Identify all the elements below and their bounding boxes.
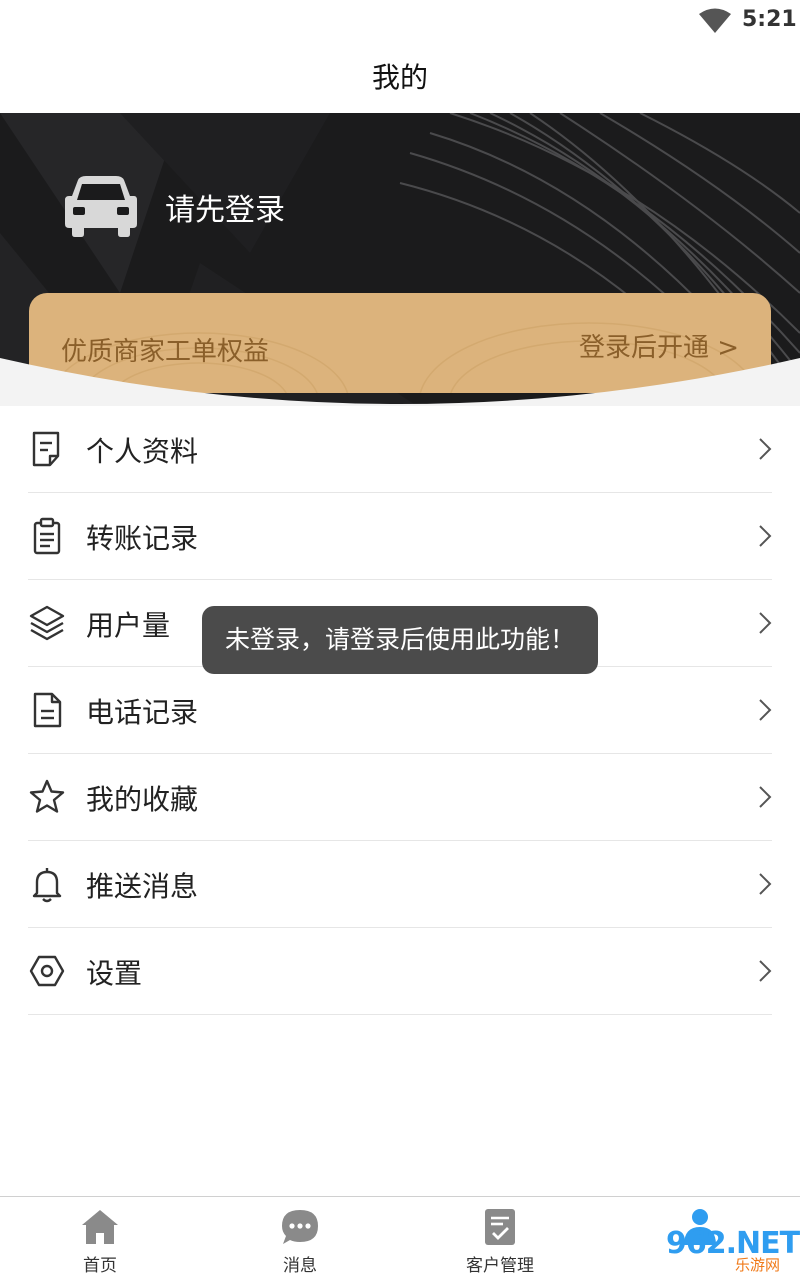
hexagon-settings-icon — [29, 955, 65, 987]
menu-item-label: 转账记录 — [86, 522, 199, 555]
car-avatar-icon — [65, 176, 137, 237]
menu-item-label: 用户量 — [86, 609, 171, 642]
login-prompt[interactable]: 请先登录 — [165, 185, 285, 229]
menu-item-label: 推送消息 — [86, 870, 199, 903]
menu-item-push-messages[interactable]: 推送消息 — [28, 841, 772, 928]
status-bar: 5:21 — [0, 0, 800, 40]
menu-item-profile[interactable]: 个人资料 — [28, 406, 772, 493]
tab-label: 首页 — [83, 1256, 117, 1276]
home-icon — [82, 1210, 118, 1244]
status-time: 5:21 — [742, 7, 797, 32]
star-icon — [29, 779, 65, 813]
chevron-right-icon — [759, 960, 772, 982]
menu-item-call-records[interactable]: 电话记录 — [28, 667, 772, 754]
tab-customer-management[interactable]: 客户管理 — [400, 1197, 600, 1280]
menu-item-favorites[interactable]: 我的收藏 — [28, 754, 772, 841]
tab-messages[interactable]: 消息 — [200, 1197, 400, 1280]
chevron-right-icon — [759, 438, 772, 460]
clipboard-icon — [33, 517, 61, 555]
menu-item-settings[interactable]: 设置 — [28, 928, 772, 1015]
document-check-icon — [485, 1209, 515, 1245]
menu-item-label: 设置 — [86, 957, 143, 990]
menu-item-transfer-records[interactable]: 转账记录 — [28, 493, 772, 580]
chevron-right-icon — [759, 699, 772, 721]
layers-icon — [29, 605, 65, 641]
title-bar: 我的 — [0, 40, 800, 113]
toast-message: 未登录，请登录后使用此功能！ — [202, 606, 598, 674]
menu-item-label: 电话记录 — [86, 696, 199, 729]
chevron-right-icon — [759, 786, 772, 808]
menu-item-label: 我的收藏 — [86, 783, 199, 816]
page-title: 我的 — [371, 61, 428, 94]
bell-icon — [32, 868, 62, 903]
tab-label: 客户管理 — [466, 1256, 534, 1276]
file-icon — [33, 692, 62, 728]
chat-icon — [282, 1210, 318, 1244]
wifi-icon — [699, 8, 731, 33]
menu-item-label: 个人资料 — [86, 435, 199, 468]
profile-doc-icon — [32, 431, 60, 467]
site-watermark-logo: 962.NET 乐游网 — [660, 1208, 800, 1274]
header-curve — [0, 358, 800, 410]
watermark-subtext: 乐游网 — [735, 1256, 781, 1274]
chevron-right-icon — [759, 873, 772, 895]
menu-list: 个人资料 转账记录 用户量 电话记录 我的收藏 推送消息 设置 — [0, 406, 800, 1015]
chevron-right-icon — [759, 525, 772, 547]
chevron-right-icon — [759, 612, 772, 634]
tab-label: 消息 — [283, 1256, 317, 1276]
tab-home[interactable]: 首页 — [0, 1197, 200, 1280]
